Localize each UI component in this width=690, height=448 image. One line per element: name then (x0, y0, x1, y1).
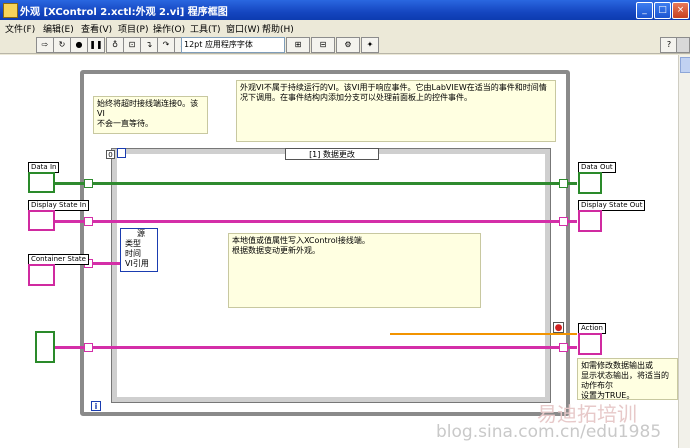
align-objects-icon[interactable]: ⊞ (286, 37, 310, 53)
abort-icon[interactable]: ● (70, 37, 88, 53)
action-wire[interactable] (55, 346, 577, 349)
action-in-tunnel[interactable] (84, 343, 93, 352)
app-icon (3, 3, 18, 18)
menu-window[interactable]: 窗口(W) (226, 22, 260, 35)
scrollbar-thumb[interactable] (680, 57, 690, 73)
display-state-out-terminal[interactable] (578, 210, 602, 232)
data-out-tunnel[interactable] (559, 179, 568, 188)
font-select[interactable]: 12pt 应用程序字体 (181, 37, 285, 53)
update-comment: 本地值或值属性写入XControl接线端。 根据数据变动更新外观。 (228, 233, 481, 308)
run-arrow-icon[interactable]: ⇨ (36, 37, 54, 53)
event-data-node[interactable]: 源 类型 时间 VI引用 (120, 228, 158, 272)
reorder-icon[interactable]: ⚙ (336, 37, 360, 53)
event-node-item: 时间 (125, 249, 141, 258)
data-in-terminal[interactable] (28, 172, 55, 193)
highlight-execution-icon[interactable]: ♁ (106, 37, 124, 53)
bool-wire[interactable] (390, 333, 577, 335)
clean-up-diagram-icon[interactable]: ✦ (361, 37, 379, 53)
distribute-objects-icon[interactable]: ⊟ (311, 37, 335, 53)
data-out-terminal[interactable] (578, 172, 602, 194)
hourglass-icon[interactable] (117, 148, 126, 158)
watermark-brand: 易迪拓培训 (537, 402, 637, 426)
facade-comment: 外观VI不属于持续运行的VI。该VI用于响应事件。它由LabVIEW在适当的事件… (236, 80, 556, 142)
maximize-button[interactable]: □ (654, 2, 671, 19)
data-in-tunnel[interactable] (84, 179, 93, 188)
window-title: 外观 [XControl 2.xctl:外观 2.vi] 程序框图 (20, 7, 228, 18)
run-continuously-icon[interactable]: ↻ (53, 37, 71, 53)
step-over-icon[interactable]: ↷ (157, 37, 175, 53)
display-state-wire[interactable] (55, 220, 577, 223)
action-comment: 如需修改数据输出或 显示状态输出，将适当的 动作布尔 设置为TRUE。 (577, 358, 678, 400)
pause-icon[interactable]: ❚❚ (87, 37, 105, 53)
minimize-button[interactable]: _ (636, 2, 653, 19)
event-node-item: 源 (137, 229, 145, 238)
event-case-selector[interactable]: [1] 数据更改 (285, 148, 379, 160)
action-out-tunnel[interactable] (559, 343, 568, 352)
timeout-constant[interactable]: 0 (106, 150, 115, 159)
action-terminal[interactable] (578, 333, 602, 355)
vertical-scrollbar[interactable] (678, 55, 690, 448)
iteration-terminal[interactable]: i (91, 401, 101, 411)
retain-wire-values-icon[interactable]: ⊡ (123, 37, 141, 53)
action-cluster-constant[interactable] (35, 331, 55, 363)
title-bar: 外观 [XControl 2.xctl:外观 2.vi] 程序框图 _ □ × (0, 0, 690, 20)
event-node-item: VI引用 (125, 259, 149, 268)
display-state-out-tunnel[interactable] (559, 217, 568, 226)
stop-condition-icon[interactable]: ● (553, 322, 564, 333)
display-state-in-terminal[interactable] (28, 210, 55, 231)
menu-view[interactable]: 查看(V) (81, 22, 112, 35)
menu-help[interactable]: 帮助(H) (262, 22, 294, 35)
menu-project[interactable]: 项目(P) (118, 22, 148, 35)
close-button[interactable]: × (672, 2, 689, 19)
timeout-comment: 始终将超时接线端连接0。该VI 不会一直等待。 (93, 96, 208, 134)
container-state-terminal[interactable] (28, 264, 55, 286)
display-state-in-tunnel[interactable] (84, 217, 93, 226)
event-node-item: 类型 (125, 239, 141, 248)
vi-icon (676, 37, 690, 53)
menu-file[interactable]: 文件(F) (5, 22, 35, 35)
menu-edit[interactable]: 编辑(E) (43, 22, 74, 35)
step-into-icon[interactable]: ↴ (140, 37, 158, 53)
menu-bar: 文件(F) 编辑(E) 查看(V) 项目(P) 操作(O) 工具(T) 窗口(W… (0, 20, 690, 35)
menu-operate[interactable]: 操作(O) (153, 22, 185, 35)
menu-tools[interactable]: 工具(T) (190, 22, 221, 35)
toolbar: ⇨ ↻ ● ❚❚ ♁ ⊡ ↴ ↷ ↗ 12pt 应用程序字体 ⊞ ⊟ ⚙ ✦ ? (0, 35, 690, 54)
data-wire[interactable] (55, 182, 577, 185)
